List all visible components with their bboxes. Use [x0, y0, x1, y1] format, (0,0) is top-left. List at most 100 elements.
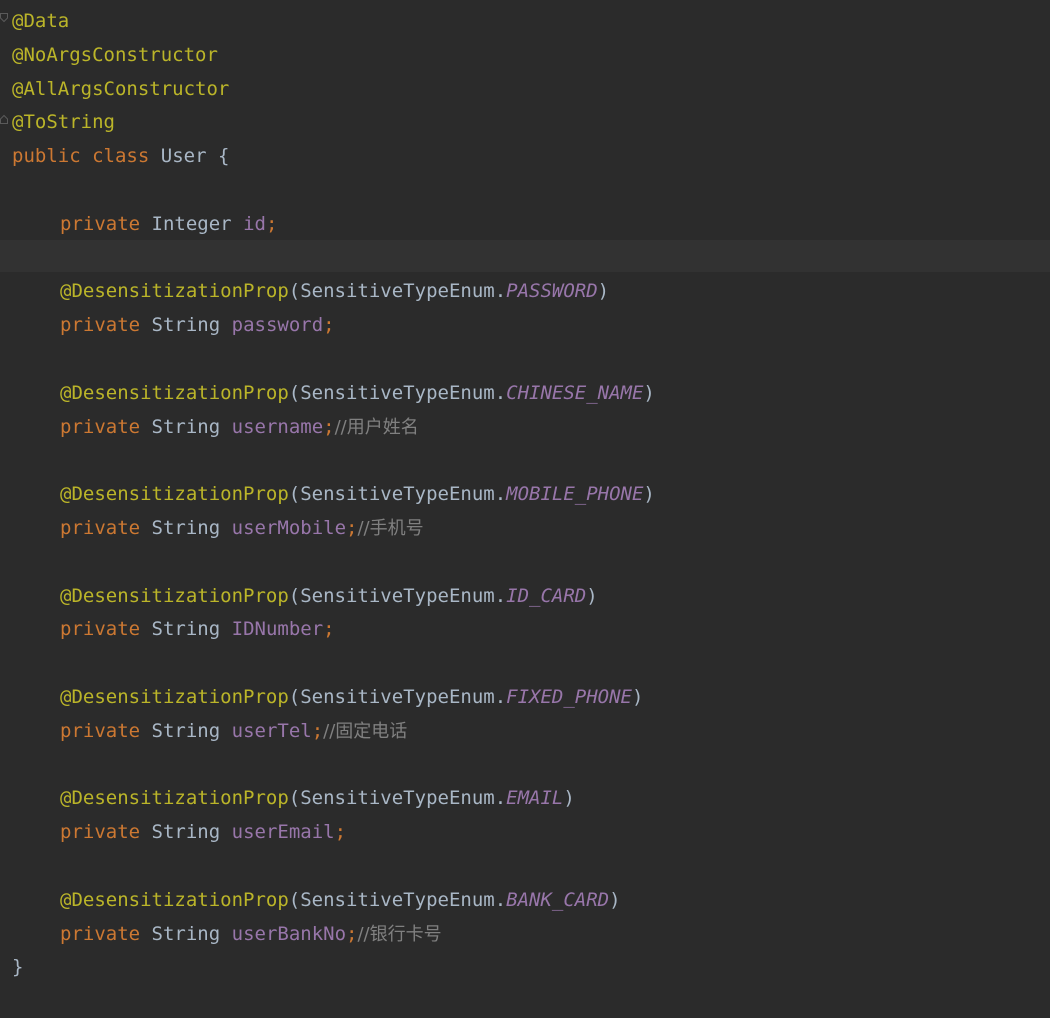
annotation-line: @DesensitizationProp(SensitiveTypeEnum.C…: [12, 377, 1050, 411]
comment-token: //用户姓名: [334, 416, 419, 438]
semicolon-token: ;: [346, 516, 358, 539]
annotation-token: @DesensitizationProp: [60, 381, 289, 404]
enum-class-token: SensitiveTypeEnum.: [300, 888, 507, 911]
paren-token: (: [288, 381, 301, 404]
fold-marker-icon[interactable]: [0, 114, 8, 124]
code-line: @Data: [12, 5, 1050, 39]
field-name-token: username: [231, 415, 324, 438]
code-line: @ToString: [12, 106, 1050, 140]
paren-token: ): [563, 787, 575, 810]
enum-class-token: SensitiveTypeEnum.: [300, 787, 507, 810]
semicolon-token: ;: [265, 212, 278, 235]
code-line: @NoArgsConstructor: [12, 39, 1050, 73]
keyword-token: private: [60, 719, 141, 742]
keyword-token: private: [60, 821, 141, 844]
paren-token: ): [631, 685, 644, 708]
class-name-token: User: [160, 145, 207, 168]
type-token: String: [151, 719, 221, 742]
type-token: String: [151, 415, 221, 438]
field-line: private Integer id;: [12, 208, 1050, 242]
annotation-line: @DesensitizationProp(SensitiveTypeEnum.B…: [12, 884, 1050, 918]
field-name-token: userMobile: [231, 516, 347, 539]
annotation-token: @DesensitizationProp: [60, 280, 289, 303]
semicolon-token: ;: [311, 719, 324, 742]
enum-class-token: SensitiveTypeEnum.: [300, 483, 507, 506]
paren-token: ): [643, 381, 655, 404]
enum-class-token: SensitiveTypeEnum.: [300, 381, 507, 404]
paren-token: (: [288, 483, 301, 506]
keyword-token: private: [60, 618, 141, 641]
annotation-line: @DesensitizationProp(SensitiveTypeEnum.I…: [12, 580, 1050, 614]
semicolon-token: ;: [346, 922, 358, 945]
annotation-token: @NoArgsConstructor: [12, 43, 218, 66]
code-area[interactable]: @Data @NoArgsConstructor @AllArgsConstru…: [12, 5, 1050, 985]
keyword-token: private: [60, 415, 141, 438]
paren-token: ): [597, 280, 610, 303]
paren-token: (: [288, 888, 301, 911]
field-line: private String userMobile;//手机号: [12, 512, 1050, 546]
semicolon-token: ;: [323, 415, 335, 438]
field-name-token: IDNumber: [231, 618, 324, 641]
keyword-token: public: [12, 145, 81, 168]
field-line: private String userBankNo;//银行卡号: [12, 918, 1050, 952]
keyword-token: private: [60, 314, 141, 337]
keyword-token: private: [60, 516, 141, 539]
field-line: private String userTel;//固定电话: [12, 715, 1050, 749]
paren-token: (: [288, 685, 301, 708]
field-line: private String password;: [12, 309, 1050, 343]
code-line: @AllArgsConstructor: [12, 73, 1050, 107]
enum-constant-token: BANK_CARD: [506, 888, 610, 911]
annotation-token: @ToString: [12, 111, 115, 134]
annotation-token: @DesensitizationProp: [60, 483, 289, 506]
brace-token: }: [12, 956, 24, 979]
annotation-line: @DesensitizationProp(SensitiveTypeEnum.F…: [12, 681, 1050, 715]
keyword-token: class: [92, 145, 150, 168]
annotation-line: @DesensitizationProp(SensitiveTypeEnum.M…: [12, 478, 1050, 512]
type-token: Integer: [151, 212, 232, 235]
enum-class-token: SensitiveTypeEnum.: [300, 584, 507, 607]
field-name-token: userTel: [231, 719, 312, 742]
field-name-token: id: [243, 212, 266, 235]
enum-class-token: SensitiveTypeEnum.: [300, 280, 507, 303]
type-token: String: [151, 516, 221, 539]
enum-constant-token: MOBILE_PHONE: [506, 483, 644, 506]
enum-constant-token: ID_CARD: [506, 584, 587, 607]
semicolon-token: ;: [334, 821, 347, 844]
fold-gutter: [0, 0, 10, 1018]
class-declaration-line: public class User {: [12, 140, 1050, 174]
enum-constant-token: EMAIL: [506, 787, 564, 810]
annotation-token: @DesensitizationProp: [60, 888, 289, 911]
code-editor[interactable]: @Data @NoArgsConstructor @AllArgsConstru…: [0, 0, 1050, 1018]
field-line: private String IDNumber;: [12, 613, 1050, 647]
paren-token: (: [288, 787, 301, 810]
comment-token: //手机号: [357, 517, 424, 539]
enum-constant-token: FIXED_PHONE: [506, 685, 632, 708]
field-name-token: userEmail: [231, 821, 335, 844]
annotation-token: @AllArgsConstructor: [12, 77, 230, 100]
fold-marker-icon[interactable]: [0, 13, 8, 23]
enum-class-token: SensitiveTypeEnum.: [300, 685, 507, 708]
field-line: private String username;//用户姓名: [12, 411, 1050, 445]
paren-token: ): [609, 888, 621, 911]
annotation-token: @Data: [12, 10, 70, 32]
field-line: private String userEmail;: [12, 816, 1050, 850]
annotation-token: @DesensitizationProp: [60, 584, 289, 607]
type-token: String: [151, 314, 221, 337]
paren-token: (: [288, 280, 301, 303]
enum-constant-token: CHINESE_NAME: [506, 381, 644, 404]
type-token: String: [151, 618, 221, 641]
enum-constant-token: PASSWORD: [506, 280, 598, 303]
semicolon-token: ;: [323, 314, 335, 337]
annotation-line: @DesensitizationProp(SensitiveTypeEnum.P…: [12, 275, 1050, 309]
semicolon-token: ;: [323, 618, 335, 641]
class-close-line: }: [12, 951, 1050, 985]
keyword-token: private: [60, 212, 141, 235]
paren-token: (: [288, 584, 301, 607]
